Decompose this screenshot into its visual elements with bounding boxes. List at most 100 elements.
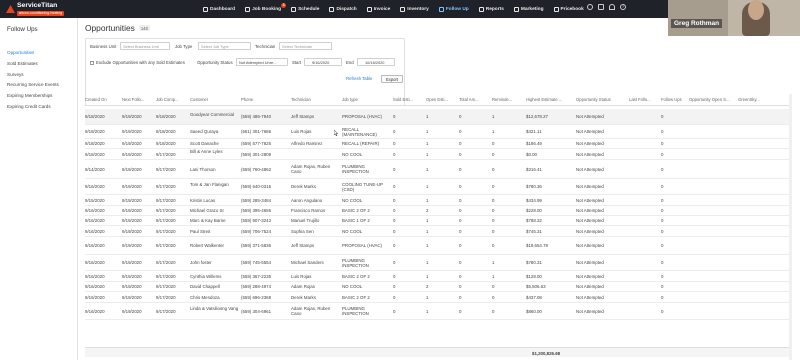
table-cell: Michael Sanders xyxy=(291,260,324,266)
exclude-sold-checkbox[interactable] xyxy=(90,61,94,65)
column-header[interactable]: Phone xyxy=(241,97,290,102)
table-row[interactable]: 9/16/2020 9/19/2020 9/17/2020 Tom & Jan Fla… xyxy=(85,179,791,195)
nav-marketing[interactable]: Marketing xyxy=(513,0,544,18)
sidebar-item-expiring-credit-cards[interactable]: Expiring Credit Cards xyxy=(7,102,59,113)
table-row[interactable]: 9/16/2020 9/19/2020 9/17/2020 Paul Streit (5… xyxy=(85,226,791,237)
table-cell: 0 xyxy=(393,114,396,120)
column-header[interactable]: Job Comp... xyxy=(156,97,189,102)
pricebook-icon xyxy=(553,6,559,12)
column-header[interactable]: Customer xyxy=(190,97,240,102)
table-row[interactable]: 9/16/2020 9/19/2020 9/17/2020 David Chappel… xyxy=(85,282,791,292)
technician-select[interactable]: Select Technician xyxy=(279,42,332,50)
table-cell: 9/17/2020 xyxy=(156,243,176,249)
table-cell: (559) 371-5836 xyxy=(241,243,272,249)
table-cell: 0 xyxy=(393,197,396,203)
logo-icon xyxy=(6,5,15,13)
column-header[interactable]: Opportunity Open S... xyxy=(689,97,737,102)
table-row[interactable]: 9/16/2020 9/19/2020 9/17/2020 Linda & Vatsi… xyxy=(85,303,791,320)
job-type-label: Job Type xyxy=(175,44,193,49)
export-button[interactable]: Export xyxy=(381,74,403,83)
table-cell: 0 xyxy=(393,208,396,214)
business-unit-select[interactable]: Select Business Unit xyxy=(120,42,170,50)
sidebar-item-expiring-memberships[interactable]: Expiring Memberships xyxy=(7,91,59,102)
table-row[interactable]: 9/15/2020 9/19/2020 9/17/2020 Kristin Lucas… xyxy=(85,195,791,206)
table-row[interactable]: 9/18/2020 9/19/2020 9/17/2020 Bill & Anne L… xyxy=(85,149,791,160)
nav-reports[interactable]: Reports xyxy=(478,0,504,18)
column-header[interactable]: Job type xyxy=(342,97,392,102)
column-header[interactable]: Next Follo... xyxy=(122,97,155,102)
table-cell: 0 xyxy=(661,184,664,190)
table-cell: Jeff Stamps xyxy=(291,114,315,120)
table-row[interactable]: 9/18/2020 9/19/2020 9/18/2020 Goodyear Comm… xyxy=(85,109,791,125)
table-cell: 9/16/2020 xyxy=(85,294,105,300)
table-row[interactable]: 9/16/2020 9/19/2020 9/17/2020 John foster (5… xyxy=(85,255,791,271)
search-icon[interactable] xyxy=(587,4,593,10)
column-header[interactable]: Created On xyxy=(85,97,120,102)
help-icon[interactable]: ? xyxy=(620,4,626,10)
column-header[interactable]: Total Am... xyxy=(459,97,491,102)
start-date-input[interactable]: 9/16/2020 xyxy=(304,58,342,66)
column-header[interactable]: Last Follo... xyxy=(629,97,660,102)
nav-job-booking[interactable]: Job Booking 3 xyxy=(245,0,287,18)
table-cell: Not Attempted xyxy=(576,114,604,120)
table-scrollbar[interactable] xyxy=(789,94,792,360)
chat-icon[interactable] xyxy=(598,4,604,10)
table-cell: 1 xyxy=(426,184,429,190)
table-row[interactable]: 9/18/2020 9/19/2020 9/18/2020 Saeed Quraya (… xyxy=(85,125,791,139)
nav-label: Dashboard xyxy=(210,6,236,12)
table-row[interactable]: 9/16/2020 9/19/2020 9/17/2020 Marc & Kay Ba… xyxy=(85,216,791,226)
refresh-table-link[interactable]: Refresh Table xyxy=(346,76,372,81)
column-header[interactable]: Reminde... xyxy=(492,97,524,102)
table-cell: 0 xyxy=(661,218,664,224)
webcam-person-head xyxy=(748,0,764,20)
servicetitan-logo[interactable]: ServiceTitan aircon-conditioning-heating xyxy=(4,2,70,16)
table-cell: (559) 696-2368 xyxy=(241,294,272,300)
nav-schedule[interactable]: Schedule xyxy=(291,0,319,18)
nav-label: Job Booking xyxy=(252,6,282,12)
opportunity-status-select[interactable]: Not Attempted Unre... xyxy=(236,58,288,66)
table-cell: 0 xyxy=(661,197,664,203)
table-cell: 9/17/2020 xyxy=(156,273,176,279)
table-row[interactable]: 9/16/2020 9/19/2020 9/17/2020 Cynthia Wille… xyxy=(85,271,791,282)
sidebar-item-sold-estimates[interactable]: Sold Estimates xyxy=(7,59,59,70)
table-row[interactable]: 9/18/2020 9/19/2020 9/18/2020 Scott Danache… xyxy=(85,139,791,149)
column-header[interactable]: Open Esti... xyxy=(426,97,458,102)
sidebar-item-recurring-service-events[interactable]: Recurring Service Events xyxy=(7,80,59,91)
end-date-input[interactable]: 10/16/2020 xyxy=(357,58,395,66)
job-type-select[interactable]: Select Job Type xyxy=(198,42,251,50)
column-header[interactable]: GreenSky... xyxy=(738,97,788,102)
nav-follow-up[interactable]: Follow Up xyxy=(438,0,469,18)
table-cell: 9/16/2020 xyxy=(85,308,105,314)
invoice-icon xyxy=(366,6,372,12)
table-cell: 0 xyxy=(492,308,495,314)
table-cell: (559) 395-4656 xyxy=(241,208,272,214)
table-cell: 9/17/2020 xyxy=(156,294,176,300)
table-cell: 9/19/2020 xyxy=(122,197,142,203)
nav-dashboard[interactable]: Dashboard xyxy=(203,0,235,18)
nav-pricebook[interactable]: Pricebook xyxy=(553,0,584,18)
nav-inventory[interactable]: Inventory xyxy=(400,0,429,18)
column-header[interactable]: Opportunity Status xyxy=(576,97,628,102)
table-cell: 1 xyxy=(426,243,429,249)
table-cell: 0 xyxy=(393,260,396,266)
table-cell: 0 xyxy=(393,228,396,234)
column-header[interactable]: Technician xyxy=(291,97,341,102)
table-row[interactable]: 9/16/2020 9/19/2020 9/17/2020 Michael Grazo… xyxy=(85,206,791,216)
nav-invoice[interactable]: Invoice xyxy=(366,0,390,18)
sidebar-item-surveys[interactable]: Surveys xyxy=(7,70,59,81)
notification-icon[interactable] xyxy=(609,4,615,10)
table-cell: NO COOL xyxy=(342,197,363,203)
table-row[interactable]: 9/14/2020 9/19/2020 9/17/2020 Lani Thorson (… xyxy=(85,160,791,179)
table-cell: 0 xyxy=(393,184,396,190)
table-cell: 0 xyxy=(393,284,396,290)
table-row[interactable]: 9/16/2020 9/19/2020 9/17/2020 Robert Walken… xyxy=(85,237,791,255)
sidebar-item-opportunities[interactable]: Opportunities xyxy=(7,48,59,59)
column-header[interactable]: Highest Estimate ... xyxy=(526,97,575,102)
table-cell: 1 xyxy=(426,151,429,157)
table-cell: (559) 288-4974 xyxy=(241,284,272,290)
nav-dispatch[interactable]: Dispatch xyxy=(329,0,357,18)
column-header[interactable]: Follow Ups xyxy=(661,97,688,102)
table-row[interactable]: 9/16/2020 9/19/2020 9/17/2020 Chris Mendoza… xyxy=(85,292,791,303)
table-cell: Paul Streit xyxy=(190,228,211,234)
column-header[interactable]: Sold Esti... xyxy=(393,97,425,102)
